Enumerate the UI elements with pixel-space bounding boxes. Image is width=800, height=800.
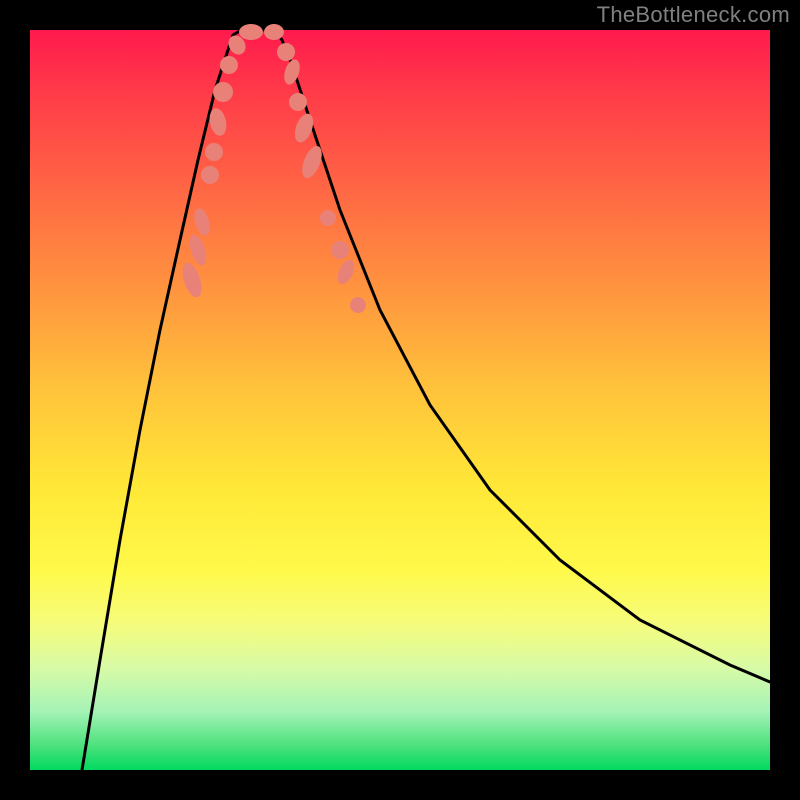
data-marker <box>350 297 366 313</box>
data-marker <box>281 57 302 86</box>
data-marker <box>239 24 263 40</box>
data-marker <box>191 207 212 238</box>
data-markers <box>179 24 366 313</box>
data-marker <box>277 43 295 61</box>
data-marker <box>289 93 307 111</box>
data-marker <box>179 260 205 299</box>
data-marker <box>298 143 326 181</box>
chart-frame: TheBottleneck.com <box>0 0 800 800</box>
data-marker <box>320 210 336 226</box>
data-marker <box>264 24 284 40</box>
data-marker <box>334 257 358 286</box>
chart-overlay <box>30 30 770 770</box>
data-marker <box>201 166 219 184</box>
data-marker <box>186 233 209 268</box>
watermark-text: TheBottleneck.com <box>597 2 790 28</box>
data-marker <box>220 56 238 74</box>
curve-left-branch <box>82 32 238 770</box>
curve-right-branch <box>276 32 770 682</box>
data-marker <box>331 241 349 259</box>
data-marker <box>213 82 233 102</box>
bottleneck-curve <box>82 30 770 770</box>
data-marker <box>205 143 223 161</box>
